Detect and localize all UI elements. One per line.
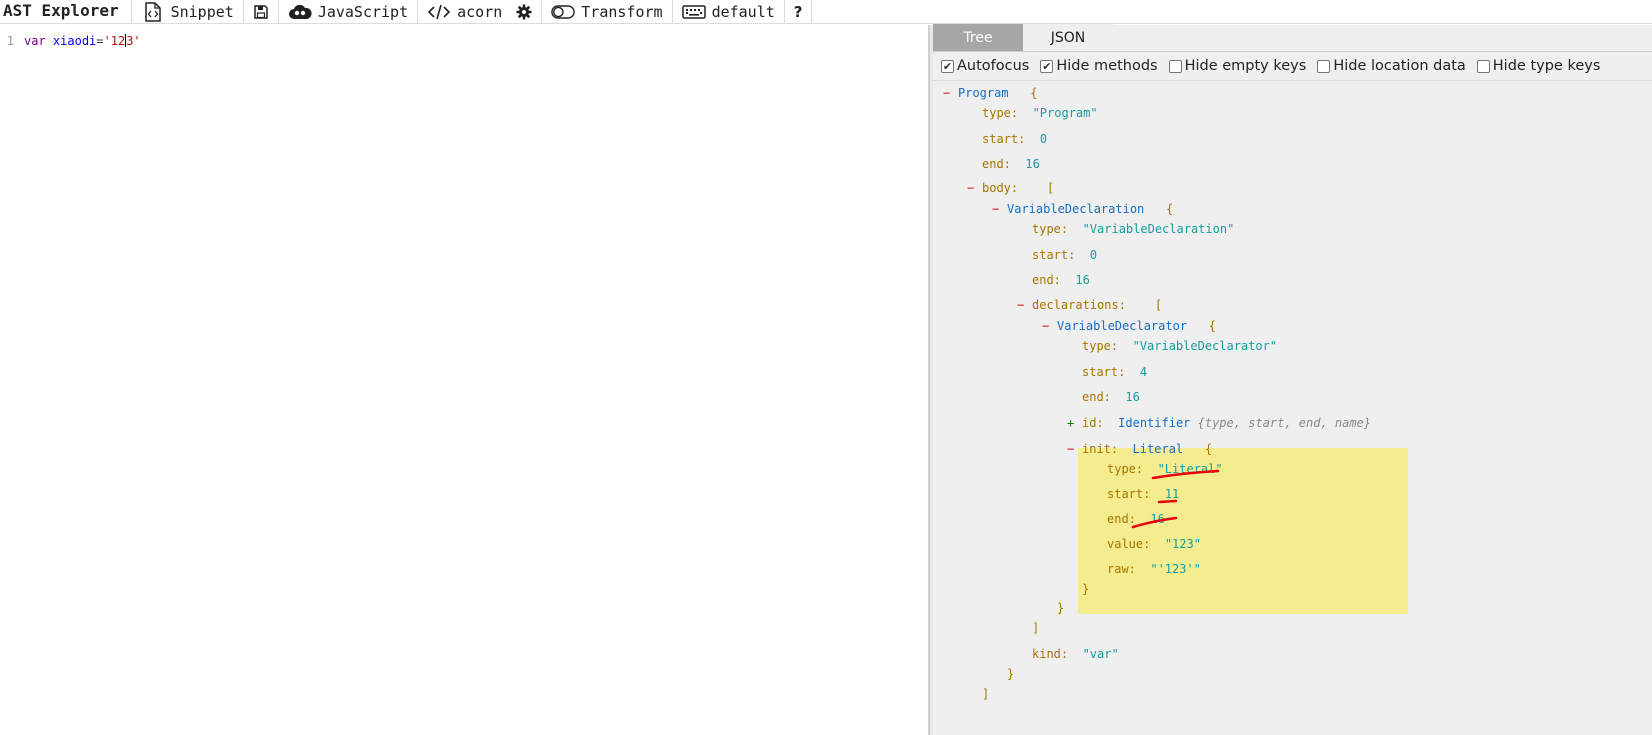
- save-group: [244, 0, 279, 23]
- parser-select[interactable]: acorn: [423, 1, 506, 23]
- language-select[interactable]: JavaScript: [284, 1, 412, 23]
- code-line: var xiaodi='123': [20, 32, 141, 50]
- save-icon[interactable]: [249, 2, 273, 22]
- parser-label: acorn: [457, 2, 503, 21]
- keymap-select[interactable]: default: [678, 1, 779, 23]
- cloud-icon: [288, 2, 312, 22]
- tab-json[interactable]: JSON: [1023, 24, 1113, 51]
- hide-empty-keys-checkbox[interactable]: [1168, 59, 1182, 73]
- red-underline-annotations: [1131, 469, 1220, 529]
- snippet-label: Snippet: [170, 2, 234, 21]
- hide-location-data-checkbox[interactable]: [1317, 59, 1331, 73]
- hide-location-data-option[interactable]: Hide location data: [1317, 58, 1466, 74]
- app-title: AST Explorer: [0, 0, 132, 23]
- autofocus-checkbox[interactable]: ✔: [941, 59, 954, 73]
- transform-group: Transform: [542, 0, 673, 23]
- code-editor[interactable]: 1 var xiaodi='123': [0, 25, 929, 735]
- autofocus-label: Autofocus: [957, 58, 1030, 74]
- code-keyword: var: [24, 34, 46, 48]
- editor-line[interactable]: 1 var xiaodi='123': [0, 32, 141, 50]
- hide-empty-keys-option[interactable]: Hide empty keys: [1168, 58, 1307, 74]
- output-tabs: Tree JSON: [933, 24, 1652, 52]
- output-panel: Tree JSON ✔ Autofocus ✔ Hide methods Hid…: [933, 24, 1652, 735]
- code-string-end: 3': [126, 34, 141, 48]
- help-group: ?: [785, 0, 813, 23]
- tree-options: ✔ Autofocus ✔ Hide methods Hide empty ke…: [933, 52, 1652, 81]
- line-number: 1: [6, 34, 14, 48]
- toggle-off-icon: [551, 2, 576, 22]
- snippet-group: Snippet: [132, 0, 244, 23]
- language-group: JavaScript: [279, 0, 419, 23]
- code-operator: =: [96, 34, 104, 48]
- autofocus-option[interactable]: ✔ Autofocus: [941, 58, 1029, 74]
- snippet-button[interactable]: Snippet: [137, 1, 238, 23]
- code-identifier: xiaodi: [52, 34, 97, 48]
- language-label: JavaScript: [317, 2, 409, 21]
- parser-group: acorn: [418, 0, 543, 23]
- transform-toggle[interactable]: Transform: [547, 1, 666, 23]
- hide-location-data-label: Hide location data: [1333, 58, 1466, 74]
- ast-tree: − Program { type: "Program" start: 0 end:…: [933, 83, 1652, 735]
- transform-label: Transform: [581, 2, 663, 21]
- toolbar: AST Explorer Snippet JavaScript acorn Tr…: [0, 0, 1652, 24]
- keymap-label: default: [711, 2, 775, 21]
- tab-tree[interactable]: Tree: [933, 24, 1023, 51]
- code-file-icon: [141, 1, 165, 22]
- keyboard-icon: [681, 2, 706, 22]
- hide-methods-option[interactable]: ✔ Hide methods: [1040, 58, 1158, 74]
- hide-methods-label: Hide methods: [1056, 58, 1158, 74]
- hide-type-keys-checkbox[interactable]: [1476, 59, 1490, 73]
- code-string-start: '12: [103, 34, 126, 48]
- hide-methods-checkbox[interactable]: ✔: [1040, 59, 1054, 73]
- hide-type-keys-option[interactable]: Hide type keys: [1476, 58, 1601, 74]
- hide-empty-keys-label: Hide empty keys: [1184, 58, 1307, 74]
- help-icon[interactable]: ?: [790, 1, 807, 23]
- keymap-group: default: [673, 0, 785, 23]
- parser-settings-gear-icon[interactable]: [512, 2, 536, 22]
- hide-type-keys-label: Hide type keys: [1492, 58, 1601, 74]
- code-icon: [427, 2, 451, 22]
